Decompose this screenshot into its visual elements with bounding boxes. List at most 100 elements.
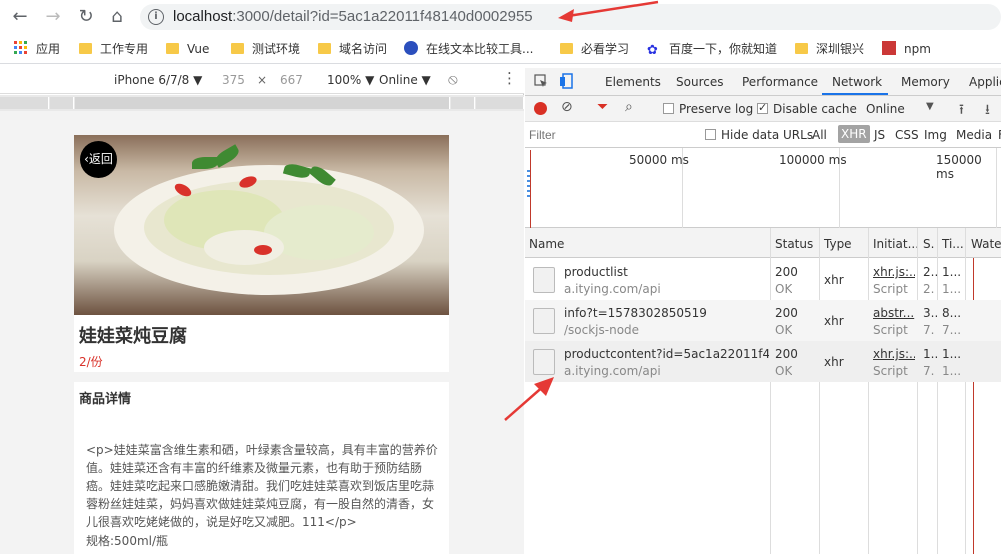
bookmark-domain[interactable]: 域名访问 [318,41,387,57]
request-initiator-type: Script [873,282,908,296]
info-icon[interactable]: i [148,9,164,25]
column-status[interactable]: Status [775,237,813,251]
tab-elements[interactable]: Elements [605,75,661,89]
document-icon [533,308,555,334]
filter-js[interactable]: JS [874,128,885,142]
hide-data-urls-label: Hide data URLs [721,128,814,142]
url-text[interactable]: localhost:3000/detail?id=5ac1a22011f4814… [173,8,533,25]
request-time-sub: 7... [942,323,962,337]
network-overview[interactable]: 50000 ms 100000 ms 150000 ms [525,148,1001,228]
request-initiator[interactable]: xhr.js:... [873,347,915,361]
back-button[interactable]: ‹返回 [80,141,117,178]
disable-cache-label: Disable cache [773,102,857,116]
column-time[interactable]: Ti... [942,237,964,251]
forward-arrow-icon[interactable]: → [42,6,64,28]
product-spec: 规格:500ml/瓶 [86,534,169,548]
url-host: localhost [173,8,233,25]
request-initiator[interactable]: xhr.js:... [873,265,915,279]
preserve-log-checkbox[interactable]: Preserve log [663,102,753,116]
search-icon[interactable]: ⌕ [625,99,633,115]
reload-icon[interactable]: ↻ [75,6,97,28]
detail-body: <p>娃娃菜富含维生素和硒，叶绿素含量较高，具有丰富的营养价值。娃娃菜还含有丰富… [86,443,438,529]
filter-all[interactable]: All [812,128,827,142]
height-input[interactable]: 667 [280,73,303,87]
throttle-select[interactable]: Online [866,102,905,116]
bookmark-label: 工作专用 [100,42,149,56]
column-waterfall[interactable]: Water [971,237,1001,251]
hide-data-urls-checkbox[interactable]: Hide data URLs [705,128,813,142]
bookmark-shenzhen[interactable]: 深圳银兴 [795,41,864,57]
column-initiator[interactable]: Initiat... [873,237,919,251]
bookmark-label: 域名访问 [339,42,388,56]
bookmark-apps[interactable]: 应用 [14,41,60,57]
filter-input[interactable] [529,125,691,144]
bookmark-must-learn[interactable]: 必看学习 [560,41,629,57]
bookmark-vue[interactable]: Vue [166,41,209,57]
filter-media[interactable]: Media [956,128,992,142]
column-name[interactable]: Name [529,237,564,251]
tab-network[interactable]: Network [832,75,882,89]
bookmark-label: Vue [187,42,210,56]
clear-icon[interactable]: ⊘ [561,99,573,115]
table-row[interactable]: productlist a.itying.com/api 200 OK xhr … [525,259,1001,300]
tab-performance[interactable]: Performance [742,75,818,89]
filter-img[interactable]: Img [924,128,947,142]
request-domain: a.itying.com/api [564,364,661,378]
column-size[interactable]: S. [923,237,934,251]
bookmark-baidu[interactable]: ✿ 百度一下，你就知道 [647,41,777,58]
filter-xhr[interactable]: XHR [838,125,870,143]
document-icon [533,267,555,293]
product-title: 娃娃菜炖豆腐 [79,326,187,347]
media-query-ruler[interactable] [0,95,524,111]
filter-funnel-icon[interactable]: ⏷ [597,99,608,115]
bookmarks-bar: 应用 工作专用 Vue 测试环境 域名访问 在线文本比较工具... 必看学习 ✿… [0,34,1001,64]
timeline-label: 150000 ms [936,153,982,181]
table-row[interactable]: productcontent?id=5ac1a22011f481... a.it… [525,341,1001,382]
record-icon[interactable] [534,102,547,115]
network-throttle-select[interactable]: Online ▼ [379,73,431,87]
request-status: 200 [775,265,798,279]
bookmark-npm[interactable]: npm [882,41,931,57]
request-time: 1... [942,347,962,361]
bookmark-test-env[interactable]: 测试环境 [231,41,300,57]
timeline-label: 100000 ms [779,153,847,167]
more-options-icon[interactable]: ⋮ [502,69,517,87]
import-har-icon[interactable]: ⭱ [959,99,964,123]
export-har-icon[interactable]: ⭳ [985,99,990,123]
url-path: :3000/detail?id=5ac1a22011f48140d0002955 [232,8,533,25]
filter-bar: Hide data URLs All XHR JS CSS Img Media … [525,122,1001,148]
apps-grid-icon [14,41,27,54]
device-select[interactable]: iPhone 6/7/8 ▼ [114,73,202,87]
width-input[interactable]: 375 [222,73,245,87]
section-divider [74,372,449,382]
home-icon[interactable]: ⌂ [106,6,128,28]
table-row[interactable]: info?t=1578302850519 /sockjs-node 200 OK… [525,300,1001,341]
tab-application[interactable]: Applic [969,75,1001,89]
tab-sources[interactable]: Sources [676,75,723,89]
request-initiator[interactable]: abstr... [873,306,915,320]
folder-icon [166,43,179,54]
request-status-text: OK [775,282,793,296]
tab-memory[interactable]: Memory [901,75,950,89]
zoom-select[interactable]: 100% ▼ [327,73,374,87]
annotation-arrow-request [504,377,554,421]
request-size: 2... [923,265,937,279]
rotate-icon[interactable]: ⦸ [448,70,458,88]
request-size: 1... [923,347,937,361]
column-type[interactable]: Type [824,237,852,251]
network-toolbar: ⊘ ⏷ ⌕ Preserve log Disable cache Online … [525,96,1001,122]
bookmark-text-compare[interactable]: 在线文本比较工具... [404,41,533,57]
request-size-sub: 7. [923,364,935,378]
timeline-label: 50000 ms [629,153,689,167]
bookmark-work[interactable]: 工作专用 [79,41,148,57]
bookmark-label: 必看学习 [581,42,630,56]
inspect-element-icon[interactable] [534,74,548,88]
request-time: 1... [942,265,962,279]
disable-cache-checkbox[interactable]: Disable cache [757,101,857,116]
filter-css[interactable]: CSS [895,128,919,142]
device-toolbar: iPhone 6/7/8 ▼ 375 × 667 100% ▼ Online ▼… [0,64,524,94]
request-status-text: OK [775,364,793,378]
back-arrow-icon[interactable]: ← [9,6,31,28]
device-toggle-icon[interactable] [560,73,574,89]
folder-icon [318,43,331,54]
